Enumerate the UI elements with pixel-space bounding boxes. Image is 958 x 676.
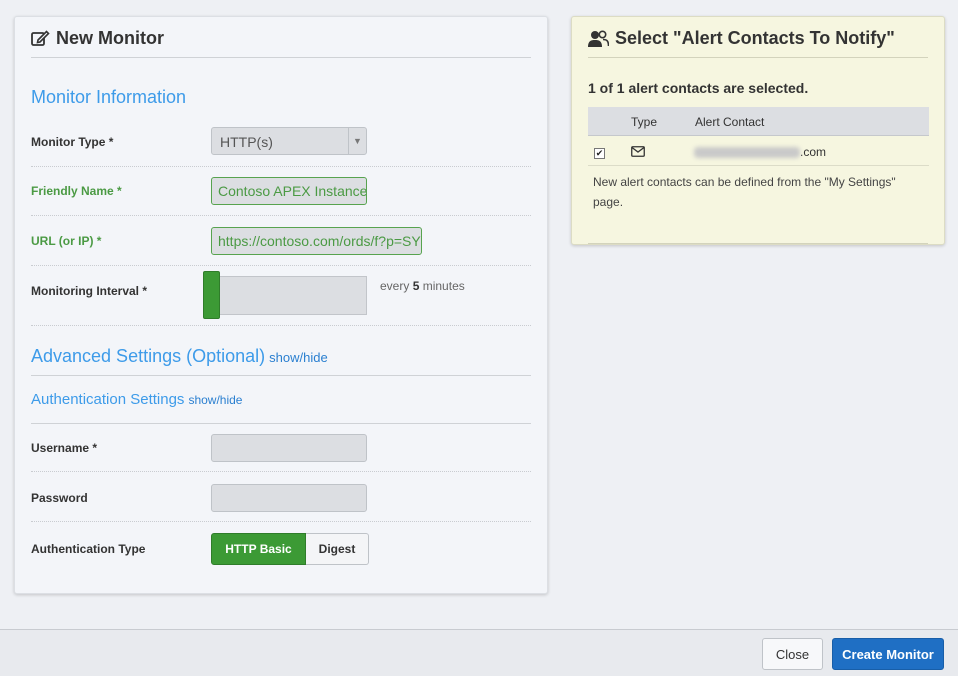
column-alert-contact: Alert Contact: [695, 115, 765, 129]
redacted-email: [694, 147, 800, 159]
alert-contacts-panel: Select "Alert Contacts To Notify" 1 of 1…: [571, 16, 945, 245]
interval-suffix: minutes: [422, 279, 465, 293]
envelope-icon: [631, 146, 645, 157]
title-divider: [31, 57, 531, 58]
alert-contact-value: .com: [694, 145, 826, 159]
dropdown-arrow-icon: ▼: [348, 128, 366, 154]
contacts-table-header: Type Alert Contact: [588, 107, 929, 136]
new-monitor-title-text: New Monitor: [56, 28, 164, 48]
authentication-type-label: Authentication Type: [31, 542, 146, 556]
advanced-settings-toggle[interactable]: show/hide: [269, 350, 328, 365]
friendly-name-label: Friendly Name *: [31, 184, 122, 198]
friendly-name-input[interactable]: Contoso APEX Instance: [211, 177, 367, 205]
close-button[interactable]: Close: [762, 638, 823, 670]
http-basic-button[interactable]: HTTP Basic: [211, 533, 306, 565]
advanced-divider: [31, 375, 531, 376]
authentication-settings-toggle[interactable]: show/hide: [188, 393, 242, 407]
authentication-settings-heading: Authentication Settings show/hide: [31, 391, 242, 408]
password-label: Password: [31, 491, 88, 505]
alert-title-divider: [588, 57, 928, 58]
table-row: ✔ .com: [588, 137, 929, 166]
interval-slider-handle[interactable]: [203, 271, 220, 319]
edit-icon: [31, 30, 50, 46]
alert-contacts-title-text: Select "Alert Contacts To Notify": [615, 28, 895, 48]
monitor-type-label: Monitor Type *: [31, 135, 114, 149]
new-monitor-title: New Monitor: [31, 28, 164, 49]
advanced-settings-title: Advanced Settings (Optional): [31, 346, 266, 366]
alert-bottom-divider: [588, 243, 928, 244]
interval-prefix: every: [380, 279, 410, 293]
monitor-information-heading: Monitor Information: [31, 87, 187, 107]
interval-value: 5: [412, 279, 420, 293]
username-input[interactable]: [211, 434, 367, 462]
monitor-type-value: HTTP(s): [220, 134, 273, 150]
authentication-settings-title: Authentication Settings: [31, 391, 185, 408]
url-input[interactable]: https://contoso.com/ords/f?p=SYS: [211, 227, 422, 255]
monitor-type-select[interactable]: HTTP(s) ▼: [211, 127, 367, 155]
authentication-type-toggle: HTTP Basic Digest: [211, 533, 369, 565]
new-monitor-panel: New Monitor Monitor Information Monitor …: [14, 16, 548, 594]
digest-button[interactable]: Digest: [306, 533, 369, 565]
users-icon: [588, 29, 609, 47]
interval-readout: every 5 minutes: [380, 279, 465, 293]
url-label: URL (or IP) *: [31, 234, 102, 248]
username-label: Username *: [31, 441, 98, 455]
column-type: Type: [631, 115, 658, 129]
alert-contacts-title: Select "Alert Contacts To Notify": [588, 28, 895, 49]
contact-suffix: .com: [800, 145, 827, 159]
alert-contacts-note: New alert contacts can be defined from t…: [593, 175, 896, 209]
advanced-settings-heading: Advanced Settings (Optional) show/hide: [31, 346, 328, 367]
selected-count: 1 of 1 alert contacts are selected.: [588, 80, 809, 96]
dialog-footer: Close Create Monitor: [0, 629, 958, 676]
monitoring-interval-label: Monitoring Interval *: [31, 284, 148, 298]
interval-slider-track[interactable]: [211, 276, 367, 315]
password-input[interactable]: [211, 484, 367, 512]
contact-checkbox[interactable]: ✔: [594, 148, 605, 159]
create-monitor-button[interactable]: Create Monitor: [832, 638, 944, 670]
